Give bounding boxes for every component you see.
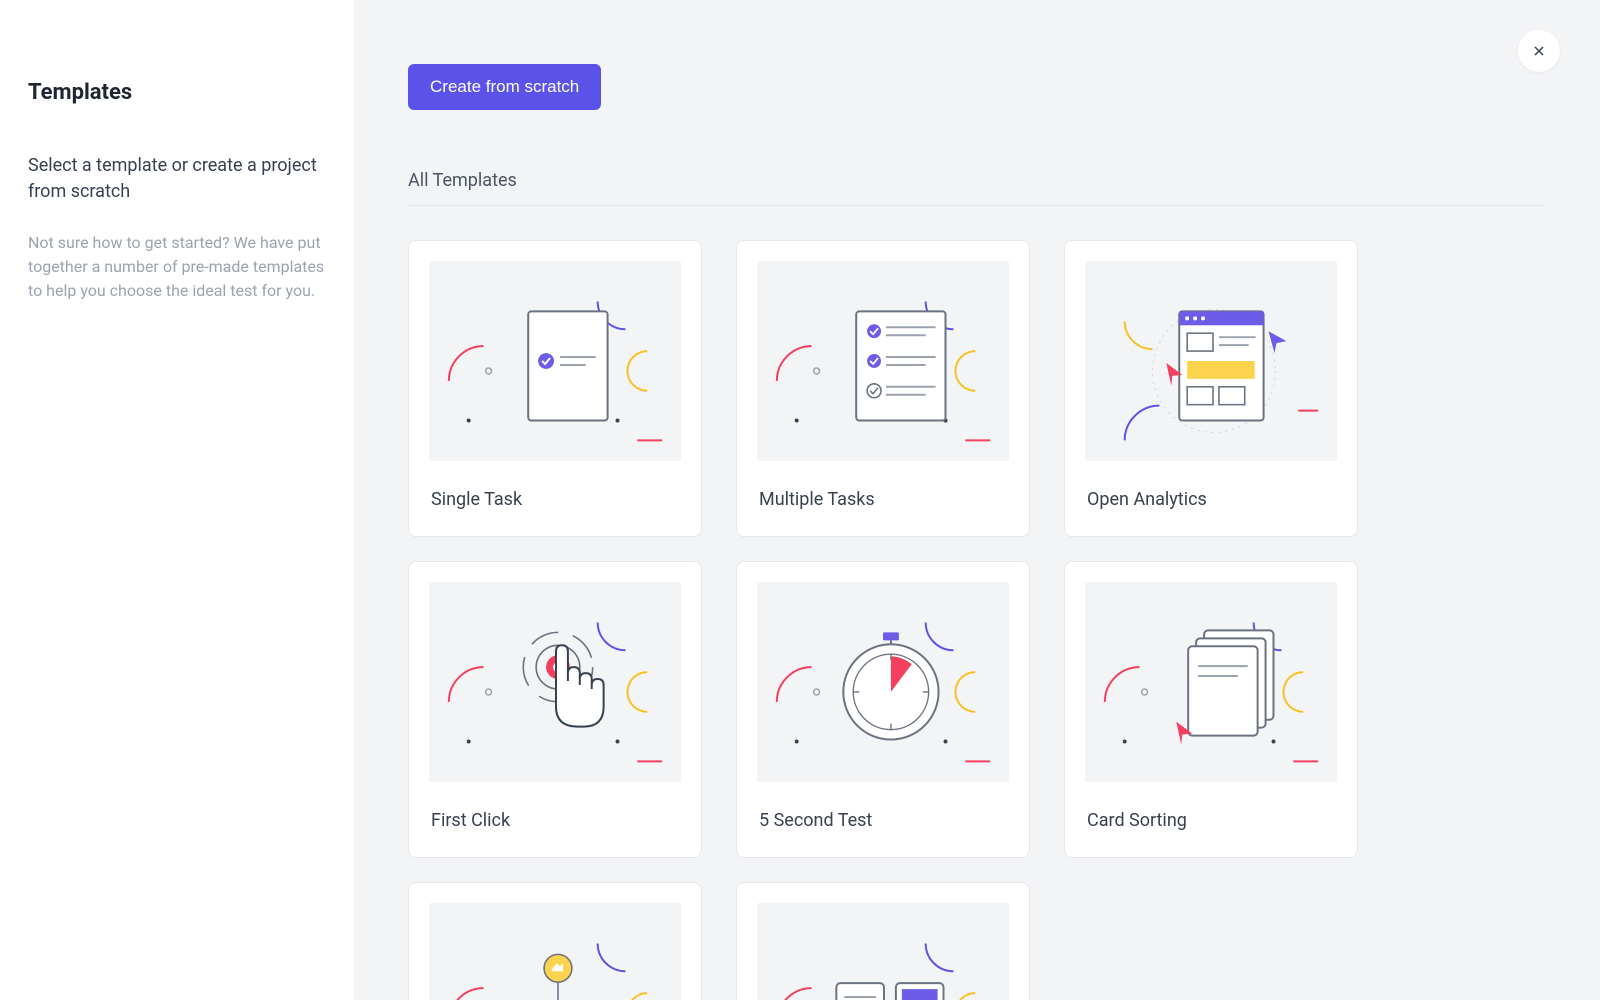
- first_click-illustration: [429, 582, 681, 782]
- tree_test-illustration: [429, 903, 681, 1000]
- close-button[interactable]: [1518, 30, 1560, 72]
- template-card-title: Open Analytics: [1065, 461, 1357, 536]
- open_analytics-illustration: [1085, 261, 1337, 461]
- template-card[interactable]: Single Task: [408, 240, 702, 537]
- template-card[interactable]: Card Sorting: [1064, 561, 1358, 858]
- templates-grid: Single Task Multiple Tasks Open Analytics F…: [408, 240, 1546, 1000]
- five_second-illustration: [757, 582, 1009, 782]
- sidebar: Templates Select a template or create a …: [0, 0, 354, 1000]
- template-card[interactable]: Open Analytics: [1064, 240, 1358, 537]
- template-card[interactable]: 5 Second Test: [736, 561, 1030, 858]
- preference-illustration: [757, 903, 1009, 1000]
- template-card[interactable]: [408, 882, 702, 1000]
- template-card-title: Card Sorting: [1065, 782, 1357, 857]
- sidebar-description: Not sure how to get started? We have put…: [28, 231, 326, 303]
- multiple_tasks-illustration: [757, 261, 1009, 461]
- template-card[interactable]: [736, 882, 1030, 1000]
- section-title: All Templates: [408, 170, 1546, 206]
- sidebar-subtitle: Select a template or create a project fr…: [28, 153, 318, 205]
- template-card-title: Multiple Tasks: [737, 461, 1029, 536]
- close-icon: [1531, 43, 1547, 59]
- card_sorting-illustration: [1085, 582, 1337, 782]
- single_task-illustration: [429, 261, 681, 461]
- create-from-scratch-button[interactable]: Create from scratch: [408, 64, 601, 110]
- template-card[interactable]: Multiple Tasks: [736, 240, 1030, 537]
- main: Create from scratch All Templates Single…: [354, 0, 1600, 1000]
- template-card-title: First Click: [409, 782, 701, 857]
- template-card[interactable]: First Click: [408, 561, 702, 858]
- sidebar-title: Templates: [28, 80, 326, 105]
- template-card-title: 5 Second Test: [737, 782, 1029, 857]
- template-card-title: Single Task: [409, 461, 701, 536]
